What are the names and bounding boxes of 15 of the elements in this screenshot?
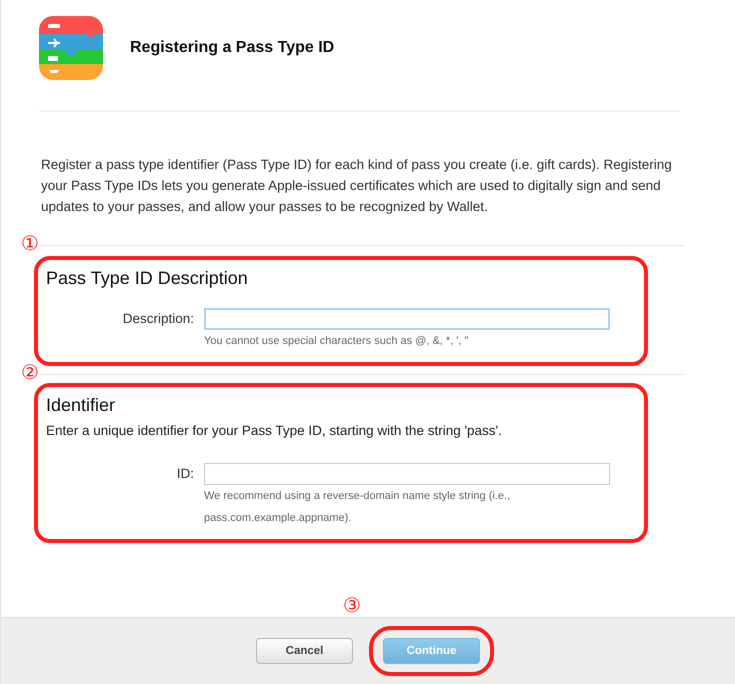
- step-number: ③: [343, 596, 361, 616]
- text-field[interactable]: [204, 308, 610, 330]
- field-label: ID:: [176, 465, 194, 484]
- section-description: Enter a unique identifier for your Pass Type ID, starting with the string 'pass'.: [46, 422, 503, 440]
- section-title: Pass Type ID Description: [46, 267, 249, 290]
- hint-text: pass.com.example.appname).: [204, 511, 352, 526]
- cancel-button[interactable]: Cancel: [256, 638, 353, 664]
- page-title: Registering a Pass Type ID: [130, 38, 334, 58]
- hint-text: We recommend using a reverse-domain name style string (i.e.,: [204, 489, 512, 504]
- intro-text: Register a pass type identifier (Pass Type ID) for each kind of pass you create (i.e. gift cards). Registering your Pass Type IDs lets you generate Apple-issued certificates which are used to digitally sign and send updates to your passes, and allow your passes to be recognized by Wallet.: [41, 156, 673, 216]
- field-label: Description:: [122, 310, 194, 328]
- wallet-icon: [39, 16, 103, 80]
- text-field[interactable]: [204, 463, 610, 486]
- hint-text: You cannot use special characters such as @, &, *, ', ": [204, 334, 470, 349]
- section-title: Identifier: [46, 394, 116, 417]
